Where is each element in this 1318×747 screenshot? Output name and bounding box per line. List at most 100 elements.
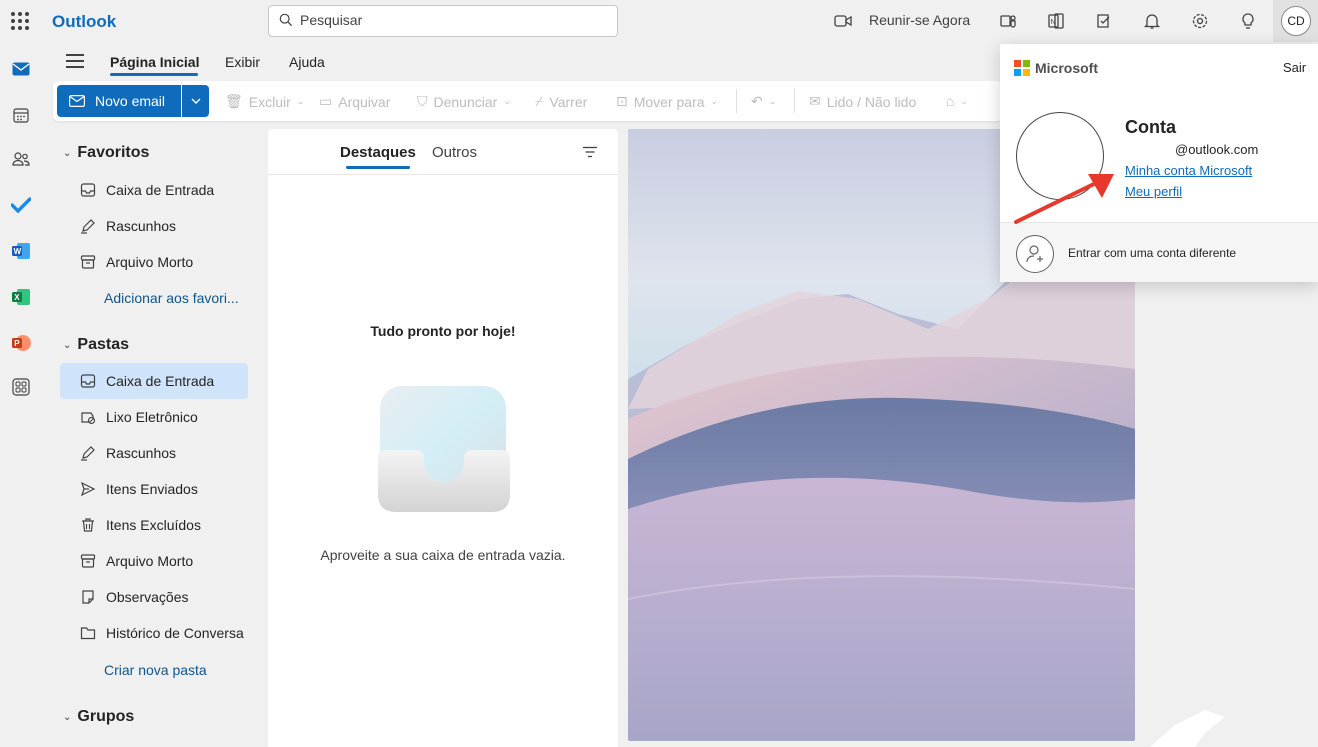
folder-icon	[80, 627, 96, 640]
divider	[268, 174, 618, 175]
favorite-archive[interactable]: Arquivo Morto	[60, 244, 248, 280]
folder-pane: ⌄ Favoritos Caixa de Entrada Rascunhos A…	[45, 129, 267, 747]
tab-help[interactable]: Ajuda	[289, 54, 325, 70]
todo-app-icon[interactable]	[10, 194, 32, 216]
mail-icon[interactable]	[10, 58, 32, 80]
archive-icon	[80, 554, 96, 568]
search-box[interactable]	[268, 5, 618, 37]
todo-icon[interactable]	[1093, 10, 1115, 32]
empty-inbox-illustration	[378, 386, 510, 512]
new-mail-label: Novo email	[95, 93, 166, 109]
search-icon	[279, 13, 293, 27]
focused-tab-indicator	[346, 166, 410, 169]
toolbar-divider	[736, 89, 737, 113]
reply-all-icon: ↶	[751, 93, 763, 109]
tag-icon: ⌂	[946, 93, 955, 109]
account-flyout: Microsoft Sair Conta @outlook.com Minha …	[1000, 44, 1318, 282]
app-rail: W X P	[0, 42, 44, 747]
empty-state-subtitle: Aproveite a sua caixa de entrada vazia.	[320, 547, 566, 563]
lightbulb-icon[interactable]	[1237, 10, 1259, 32]
active-tab-indicator	[110, 73, 198, 76]
bell-icon[interactable]	[1141, 10, 1163, 32]
chevron-down-icon: ⌄	[63, 147, 72, 159]
command-toolbar: Novo email 🗑 Excluir ⌄ ▭ Arquivar ⛉ Denuncia…	[53, 81, 1003, 121]
folder-drafts[interactable]: Rascunhos	[60, 435, 248, 471]
excel-icon[interactable]: X	[10, 286, 32, 308]
search-input[interactable]	[300, 12, 600, 28]
calendar-icon[interactable]	[10, 104, 32, 126]
microsoft-logo-icon	[1014, 60, 1030, 76]
tag-button[interactable]: ⌂ ⌄	[946, 93, 968, 109]
filter-icon[interactable]	[582, 145, 598, 163]
broom-icon: ⌿	[535, 93, 544, 109]
sweep-button[interactable]: ⌿ Varrer	[535, 93, 587, 110]
svg-text:X: X	[14, 293, 20, 302]
tab-other[interactable]: Outros	[432, 144, 477, 161]
add-favorite-link[interactable]: Adicionar aos favori...	[104, 290, 239, 306]
folder-deleted[interactable]: Itens Excluídos	[60, 507, 248, 543]
new-mail-button[interactable]: Novo email	[57, 85, 181, 117]
inbox-icon	[80, 183, 96, 197]
tab-view[interactable]: Exibir	[225, 54, 260, 70]
message-list: Destaques Outros Tudo pronto por hoje! A…	[268, 129, 618, 747]
more-apps-icon[interactable]	[10, 376, 32, 398]
note-icon	[82, 590, 94, 604]
junk-icon	[81, 412, 96, 425]
folder-archive[interactable]: Arquivo Morto	[60, 543, 248, 579]
chevron-down-icon: ⌄	[63, 339, 72, 351]
account-button[interactable]: CD	[1273, 0, 1318, 42]
hamburger-menu-icon[interactable]	[66, 54, 84, 70]
people-icon[interactable]	[10, 148, 32, 170]
app-launcher-icon[interactable]	[11, 12, 29, 30]
avatar: CD	[1281, 6, 1311, 36]
reply-button[interactable]: ↶ ⌄	[751, 93, 776, 110]
create-folder-link[interactable]: Criar nova pasta	[104, 662, 207, 678]
gear-icon[interactable]	[1189, 10, 1211, 32]
sign-out-button[interactable]: Sair	[1283, 60, 1306, 75]
word-icon[interactable]: W	[10, 240, 32, 262]
inbox-icon	[80, 374, 96, 388]
favorite-inbox[interactable]: Caixa de Entrada	[60, 172, 248, 208]
archive-button[interactable]: ▭ Arquivar	[319, 93, 390, 110]
my-microsoft-account-link[interactable]: Minha conta Microsoft	[1125, 163, 1252, 178]
new-mail-dropdown[interactable]	[182, 85, 209, 117]
groups-header[interactable]: ⌄ Grupos	[63, 708, 134, 726]
svg-text:N: N	[1051, 19, 1056, 26]
meet-now-button[interactable]: Reunir-se Agora	[869, 12, 970, 28]
svg-text:W: W	[14, 247, 22, 256]
folder-notes[interactable]: Observações	[60, 579, 248, 615]
add-person-icon	[1016, 235, 1054, 273]
teams-icon[interactable]	[997, 10, 1019, 32]
folder-conversation-history[interactable]: Histórico de Conversa	[60, 615, 248, 651]
top-bar: Outlook Reunir-se Agora N CD	[0, 0, 1318, 42]
switch-account-row[interactable]: Entrar com uma conta diferente	[1000, 222, 1318, 282]
folder-sent[interactable]: Itens Enviados	[60, 471, 248, 507]
my-profile-link[interactable]: Meu perfil	[1125, 184, 1182, 199]
folder-move-icon: ⊡	[616, 93, 628, 109]
folder-inbox[interactable]: Caixa de Entrada	[60, 363, 248, 399]
folders-header[interactable]: ⌄ Pastas	[63, 336, 129, 354]
report-button[interactable]: ⛉ Denunciar ⌄	[417, 93, 511, 110]
trash-icon	[82, 518, 94, 532]
app-brand[interactable]: Outlook	[52, 12, 116, 32]
shield-icon: ⛉	[417, 93, 428, 109]
favorite-drafts[interactable]: Rascunhos	[60, 208, 248, 244]
pencil-icon	[81, 446, 95, 461]
onenote-icon[interactable]: N	[1045, 10, 1067, 32]
account-email: @outlook.com	[1175, 142, 1259, 157]
envelope-icon	[69, 95, 85, 107]
read-unread-button[interactable]: ✉ Lido / Não lido	[809, 93, 916, 110]
tab-home[interactable]: Página Inicial	[110, 54, 199, 70]
tab-focused[interactable]: Destaques	[340, 144, 416, 161]
archive-icon: ▭	[319, 93, 333, 109]
delete-button[interactable]: 🗑 Excluir ⌄	[225, 93, 304, 110]
powerpoint-icon[interactable]: P	[10, 332, 32, 354]
svg-text:P: P	[14, 339, 20, 348]
folder-junk[interactable]: Lixo Eletrônico	[60, 399, 248, 435]
favorites-header[interactable]: ⌄ Favoritos	[63, 144, 149, 162]
chevron-down-icon	[191, 98, 200, 104]
toolbar-divider	[794, 89, 795, 113]
archive-icon	[80, 255, 96, 269]
video-camera-icon[interactable]	[832, 10, 854, 32]
move-to-button[interactable]: ⊡ Mover para ⌄	[616, 93, 718, 110]
